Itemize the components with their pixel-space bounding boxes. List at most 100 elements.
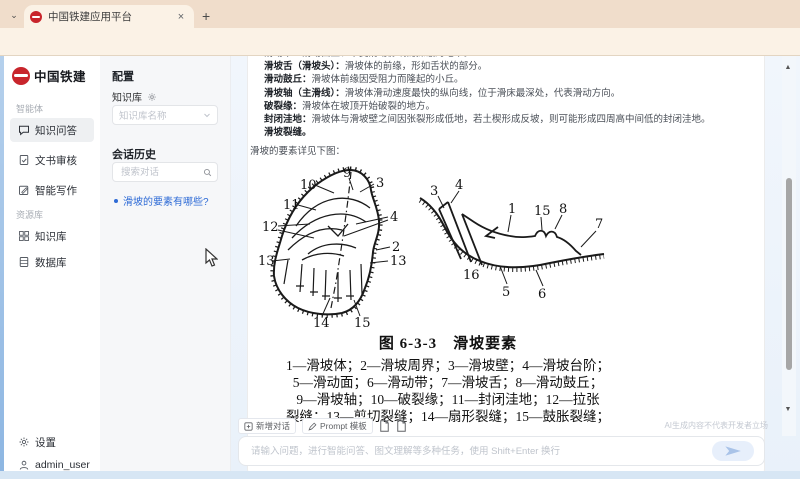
new-tab-button[interactable]: + bbox=[202, 8, 210, 24]
section-agents-label: 智能体 bbox=[16, 102, 43, 115]
bullet-dot bbox=[114, 199, 118, 203]
prompt-template-button[interactable]: Prompt 模板 bbox=[302, 418, 373, 434]
figure-title: 图 6-3-3 滑坡要素 bbox=[244, 332, 652, 353]
svg-text:6: 6 bbox=[538, 287, 546, 302]
file-icon[interactable] bbox=[379, 420, 390, 432]
app-page: 中国铁建 智能体 知识问答 文书审核 智能写作 资源库 bbox=[0, 56, 800, 479]
chat-input[interactable] bbox=[249, 445, 712, 458]
browser-tabstrip: ⌄ 中国铁建应用平台 × + bbox=[0, 0, 800, 28]
sidebar-item-label: 数据库 bbox=[35, 255, 67, 270]
history-title: 会话历史 bbox=[112, 146, 156, 162]
sidebar-item-label: 智能写作 bbox=[35, 183, 77, 198]
chevron-down-icon bbox=[203, 111, 211, 119]
section-resources-label: 资源库 bbox=[16, 208, 43, 221]
tab-close-icon[interactable]: × bbox=[174, 10, 188, 24]
scrollbar-thumb[interactable] bbox=[786, 178, 792, 370]
svg-text:11: 11 bbox=[283, 198, 300, 213]
svg-text:16: 16 bbox=[463, 268, 480, 283]
svg-text:1: 1 bbox=[508, 202, 516, 217]
assistant-message-text: 滑动带：滑动面上、下受滑动影响而揉皱的地带。 滑坡舌（滑坡头）：滑坡体的前缘，形… bbox=[250, 56, 752, 159]
paper-plane-icon bbox=[725, 445, 741, 457]
plus-square-icon bbox=[244, 422, 253, 431]
svg-text:5: 5 bbox=[502, 285, 510, 300]
sidebar-item-settings[interactable]: 设置 bbox=[10, 430, 94, 454]
message-line: 滑坡裂缝。 bbox=[250, 126, 752, 139]
grid-icon bbox=[18, 230, 30, 242]
kb-settings-gear-icon[interactable] bbox=[146, 92, 158, 102]
pen-icon bbox=[308, 422, 317, 431]
sidebar-item-label: 知识库 bbox=[35, 229, 67, 244]
config-title: 配置 bbox=[112, 68, 134, 84]
user-icon bbox=[18, 459, 30, 471]
chat-bubble-icon bbox=[18, 124, 30, 136]
svg-text:12: 12 bbox=[262, 220, 279, 235]
svg-text:3: 3 bbox=[376, 176, 384, 191]
message-line: 破裂缘：滑坡体在坡顶开始破裂的地方。 bbox=[250, 100, 752, 113]
svg-text:4: 4 bbox=[455, 178, 463, 193]
tab-title: 中国铁建应用平台 bbox=[48, 9, 168, 24]
figure-legend-line: 5—滑动面；6—滑动带；7—滑坡舌；8—滑动鼓丘； bbox=[244, 374, 652, 391]
sidebar-item-database[interactable]: 数据库 bbox=[10, 250, 94, 274]
kb-label: 知识库 bbox=[112, 89, 142, 104]
page-bottom-border bbox=[0, 471, 800, 479]
sidebar-item-label: 设置 bbox=[35, 435, 56, 450]
history-item[interactable]: 滑坡的要素有哪些? bbox=[114, 193, 209, 208]
send-button[interactable] bbox=[712, 441, 754, 461]
primary-sidebar: 中国铁建 智能体 知识问答 文书审核 智能写作 资源库 bbox=[4, 56, 101, 471]
sidebar-item-label: 知识问答 bbox=[35, 123, 77, 138]
figure-legend-line: 9—滑坡轴；10—破裂缘；11—封闭洼地；12—拉张 bbox=[244, 391, 652, 408]
brand-logo: 中国铁建 bbox=[12, 66, 86, 85]
pencil-icon bbox=[18, 184, 30, 196]
message-line: 滑坡舌（滑坡头）：滑坡体的前缘，形如舌状的部分。 bbox=[250, 60, 752, 73]
history-search-input[interactable] bbox=[119, 166, 203, 179]
plan-outline bbox=[274, 170, 379, 314]
svg-text:3: 3 bbox=[430, 184, 438, 199]
landslide-diagram: 9 10 3 11 12 4 2 13 13 14 15 bbox=[258, 164, 608, 330]
tab-search-chevron-icon[interactable]: ⌄ bbox=[6, 8, 22, 22]
browser-toolbar: maas.sensecore.dev/appplatform/agent/cha… bbox=[0, 28, 800, 56]
svg-text:9: 9 bbox=[343, 166, 351, 181]
chat-input-box bbox=[238, 436, 765, 466]
crcc-emblem-icon bbox=[12, 67, 30, 85]
kb-select[interactable]: 知识库名称 bbox=[112, 105, 218, 125]
scroll-down-icon[interactable]: ▼ bbox=[783, 406, 793, 414]
search-icon[interactable] bbox=[203, 168, 212, 177]
scroll-up-icon[interactable]: ▲ bbox=[783, 64, 793, 72]
figure-intro: 滑坡的要素详见下图： bbox=[250, 145, 752, 158]
message-line: 封闭洼地：滑坡体与滑坡壁之间因张裂形成低地，若土楔形成反坡，则可能形成四周高中间… bbox=[250, 113, 752, 126]
chat-main: 滑动带：滑动面上、下受滑动影响而揉皱的地带。 滑坡舌（滑坡头）：滑坡体的前缘，形… bbox=[230, 56, 800, 471]
ai-disclaimer: AI生成内容不代表开发者立场 bbox=[618, 420, 768, 431]
svg-text:13: 13 bbox=[258, 254, 275, 269]
screen: ⌄ 中国铁建应用平台 × + maas.sensecore.dev/apppla… bbox=[0, 0, 800, 479]
brand-name: 中国铁建 bbox=[34, 66, 86, 85]
sidebar-item-knowledge-base[interactable]: 知识库 bbox=[10, 224, 94, 248]
database-icon bbox=[18, 256, 30, 268]
svg-text:8: 8 bbox=[559, 202, 567, 217]
gear-icon bbox=[18, 436, 30, 448]
svg-text:15: 15 bbox=[534, 204, 551, 219]
svg-text:15: 15 bbox=[354, 316, 371, 330]
history-search bbox=[112, 162, 218, 182]
figure-legend-line: 1—滑坡体；2—滑坡周界；3—滑坡壁；4—滑坡台阶； bbox=[244, 357, 652, 374]
tab-favicon-icon bbox=[30, 11, 42, 23]
sidebar-item-label: 文书审核 bbox=[35, 153, 77, 168]
username: admin_user bbox=[35, 459, 90, 471]
svg-text:14: 14 bbox=[313, 316, 330, 330]
svg-text:13: 13 bbox=[390, 254, 407, 269]
sidebar-item-smart-writing[interactable]: 智能写作 bbox=[10, 178, 94, 202]
sidebar-item-doc-review[interactable]: 文书审核 bbox=[10, 148, 94, 172]
document-check-icon bbox=[18, 154, 30, 166]
svg-text:10: 10 bbox=[300, 178, 317, 193]
sidebar-item-knowledge-qa[interactable]: 知识问答 bbox=[10, 118, 94, 142]
section-labels: 3 4 1 15 8 7 16 5 6 bbox=[430, 178, 603, 302]
message-line: 滑坡轴（主滑线）：滑坡体滑动速度最快的纵向线，位于滑床最深处，代表滑动方向。 bbox=[250, 87, 752, 100]
mouse-cursor bbox=[205, 248, 218, 267]
browser-tab[interactable]: 中国铁建应用平台 × bbox=[24, 5, 194, 28]
file-icon[interactable] bbox=[396, 420, 407, 432]
kb-label-row: 知识库 bbox=[112, 89, 158, 104]
svg-text:7: 7 bbox=[595, 217, 603, 232]
svg-text:2: 2 bbox=[392, 240, 400, 255]
kb-select-placeholder: 知识库名称 bbox=[119, 108, 167, 122]
history-item-label: 滑坡的要素有哪些? bbox=[123, 193, 209, 208]
new-chat-button[interactable]: 新增对话 bbox=[238, 418, 296, 434]
